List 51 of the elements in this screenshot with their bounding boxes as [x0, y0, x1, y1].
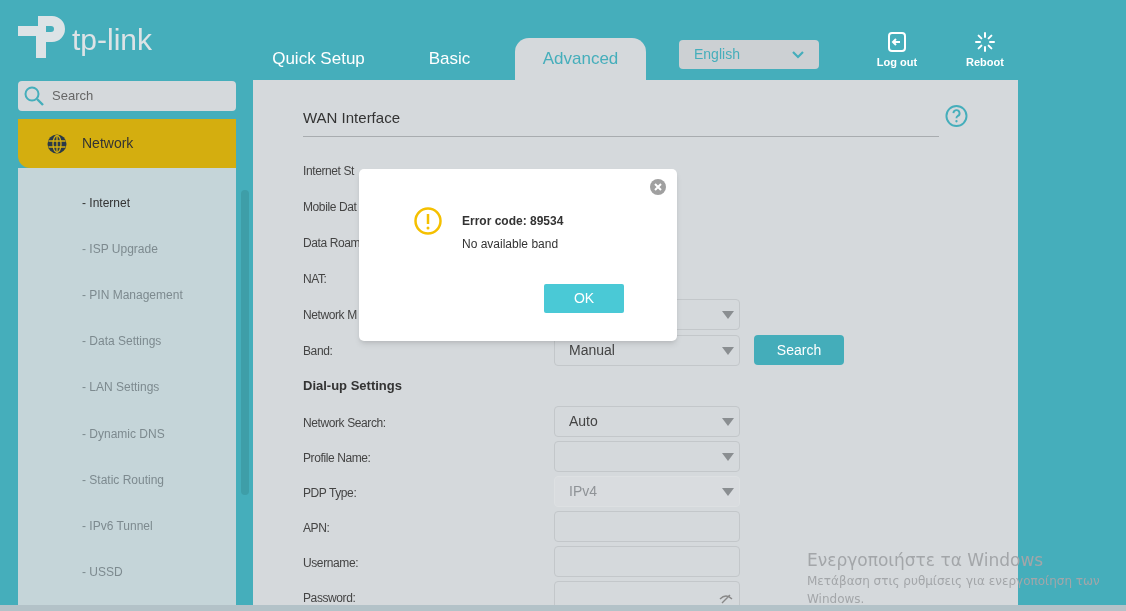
- field-label: Username:: [303, 555, 359, 570]
- field-label: PDP Type:: [303, 485, 357, 500]
- field-label: Internet St: [303, 164, 354, 178]
- search-icon: [24, 86, 44, 106]
- page-title: WAN Interface: [303, 109, 400, 126]
- error-title: Error code: 89534: [462, 213, 564, 230]
- nav-tab[interactable]: Quick Setup: [253, 38, 384, 80]
- eye-slash-icon[interactable]: [719, 594, 733, 604]
- help-icon[interactable]: [945, 104, 968, 128]
- logo-text: tp-link: [72, 25, 153, 55]
- dropdown-arrow-icon: [722, 346, 734, 355]
- dropdown-field[interactable]: Auto: [554, 406, 740, 437]
- nav-tab[interactable]: Basic: [384, 38, 515, 80]
- dropdown-arrow-icon: [722, 418, 734, 426]
- logout-icon: [887, 32, 907, 52]
- search-button[interactable]: Search: [754, 335, 844, 365]
- spinner-icon: [975, 32, 995, 52]
- submenu-item[interactable]: - Internet: [82, 196, 131, 210]
- dropdown-arrow-icon: [722, 310, 734, 319]
- submenu-item[interactable]: - LAN Settings: [82, 380, 160, 395]
- field-label: APN:: [303, 520, 330, 535]
- logout-button[interactable]: Log out: [868, 32, 926, 71]
- dropdown-arrow-icon: [722, 488, 734, 496]
- error-message: No available band: [462, 236, 560, 253]
- submenu-item[interactable]: - IPv6 Tunnel: [82, 518, 153, 533]
- submenu-item[interactable]: - Static Routing: [82, 472, 165, 487]
- dropdown-field[interactable]: [554, 441, 740, 472]
- submenu-item[interactable]: - ISP Upgrade: [82, 242, 158, 257]
- search-field[interactable]: Search: [18, 81, 236, 111]
- language-select[interactable]: English: [679, 40, 819, 69]
- field-label: Password:: [303, 590, 356, 605]
- globe-icon: [47, 133, 67, 154]
- field-label: Network M: [303, 308, 357, 322]
- field-label: Mobile Dat: [303, 200, 357, 214]
- submenu-item[interactable]: - Dynamic DNS: [82, 426, 165, 441]
- submenu-item[interactable]: - PIN Management: [82, 288, 183, 303]
- field-label: Band:: [303, 344, 333, 358]
- close-icon[interactable]: [650, 179, 666, 195]
- submenu-item[interactable]: - USSD: [82, 564, 123, 579]
- field-label: Profile Name:: [303, 450, 371, 465]
- ok-button[interactable]: OK: [544, 284, 624, 313]
- chevron-down-icon: [792, 50, 804, 59]
- warning-icon: [414, 207, 442, 235]
- reboot-button[interactable]: Reboot: [956, 32, 1014, 71]
- section-heading: Dial-up Settings: [303, 377, 402, 396]
- field-label: Network Search:: [303, 415, 386, 430]
- field-label: NAT:: [303, 272, 327, 286]
- submenu-item[interactable]: - Data Settings: [82, 334, 162, 349]
- nav-tab[interactable]: Advanced: [515, 38, 646, 80]
- network-menu-header[interactable]: Network: [18, 119, 236, 168]
- dropdown-arrow-icon: [722, 453, 734, 461]
